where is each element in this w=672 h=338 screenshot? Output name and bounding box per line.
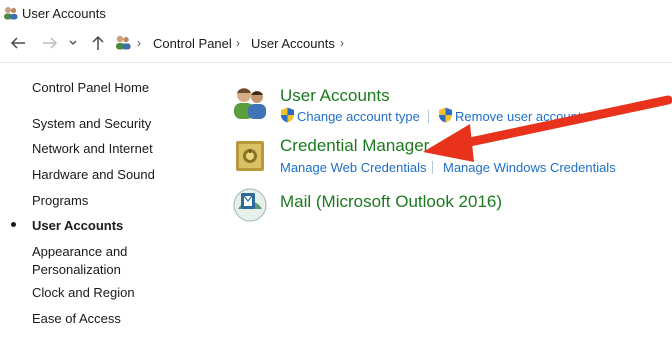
category-credential-manager[interactable]: Credential Manager: [280, 136, 429, 156]
sidebar-item-appearance-and-personalization[interactable]: Appearance and Personalization: [32, 243, 144, 279]
sidebar-item-hardware-and-sound[interactable]: Hardware and Sound: [32, 166, 155, 184]
sidebar-item-system-and-security[interactable]: System and Security: [32, 115, 151, 133]
breadcrumb-separator-icon[interactable]: ›: [236, 36, 240, 50]
change-account-type-link[interactable]: Change account type: [297, 109, 420, 124]
category-user-accounts[interactable]: User Accounts: [280, 86, 390, 106]
sidebar-item-network-and-internet[interactable]: Network and Internet: [32, 140, 153, 158]
uac-shield-icon: [281, 107, 294, 123]
breadcrumb-user-accounts[interactable]: User Accounts: [251, 36, 335, 51]
manage-web-credentials-link[interactable]: Manage Web Credentials: [280, 160, 426, 175]
forward-button[interactable]: [40, 33, 60, 53]
current-item-bullet-icon: [11, 222, 16, 227]
divider: [0, 62, 672, 63]
remove-user-accounts-link[interactable]: Remove user accounts: [455, 109, 588, 124]
arrow-left-icon: [10, 37, 25, 49]
users-icon: [4, 7, 18, 20]
recent-locations-button[interactable]: [66, 35, 80, 51]
title-bar: User Accounts: [0, 0, 672, 27]
sidebar-item-ease-of-access[interactable]: Ease of Access: [32, 310, 121, 328]
arrow-up-icon: [92, 35, 104, 50]
mail-icon[interactable]: [232, 187, 268, 223]
sidebar-item-clock-and-region[interactable]: Clock and Region: [32, 284, 135, 302]
up-button[interactable]: [88, 33, 108, 53]
sidebar-item-user-accounts[interactable]: User Accounts: [32, 217, 123, 235]
vault-icon[interactable]: [232, 138, 268, 174]
breadcrumb-control-panel[interactable]: Control Panel: [153, 36, 232, 51]
back-button[interactable]: [8, 33, 28, 53]
manage-windows-credentials-link[interactable]: Manage Windows Credentials: [443, 160, 616, 175]
breadcrumb-separator-icon[interactable]: ›: [340, 36, 344, 50]
sidebar-item-programs[interactable]: Programs: [32, 192, 88, 210]
sidebar-item-control-panel-home[interactable]: Control Panel Home: [32, 79, 149, 97]
users-icon[interactable]: [232, 85, 268, 121]
link-separator: [432, 161, 433, 174]
window-title: User Accounts: [22, 6, 106, 21]
chevron-down-icon: [69, 40, 77, 45]
breadcrumb-separator-icon[interactable]: ›: [137, 36, 141, 50]
category-mail[interactable]: Mail (Microsoft Outlook 2016): [280, 192, 502, 212]
arrow-right-icon: [43, 37, 58, 49]
link-separator: [428, 110, 429, 123]
users-icon: [116, 35, 131, 50]
uac-shield-icon: [439, 107, 452, 123]
